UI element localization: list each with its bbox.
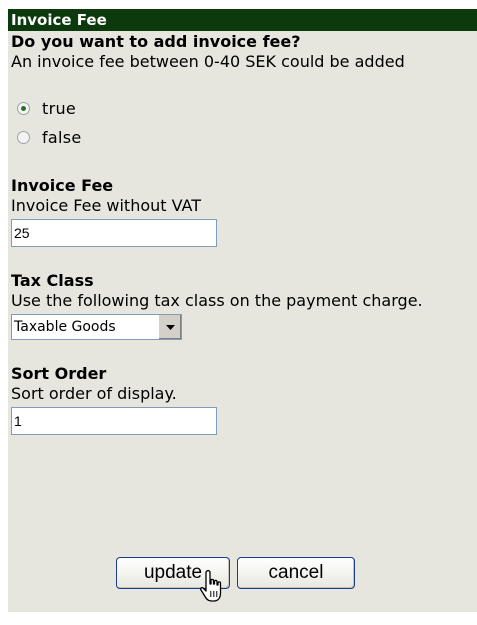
sort-order-section: Sort Order Sort order of display.	[11, 364, 477, 435]
radio-option-false[interactable]: false	[17, 123, 477, 152]
cancel-button[interactable]: cancel	[237, 557, 355, 589]
radio-false-label[interactable]: false	[42, 128, 82, 148]
tax-class-description: Use the following tax class on the payme…	[11, 291, 423, 310]
invoice-fee-title: Invoice Fee	[11, 176, 114, 195]
invoice-fee-question-description: An invoice fee between 0-40 SEK could be…	[11, 52, 405, 71]
chevron-down-icon[interactable]	[158, 315, 181, 339]
tax-class-selected-value: Taxable Goods	[14, 319, 116, 335]
radio-true[interactable]	[17, 102, 30, 115]
sort-order-title: Sort Order	[11, 364, 107, 383]
sort-order-input[interactable]	[11, 407, 217, 435]
radio-true-label[interactable]: true	[42, 99, 76, 119]
invoice-fee-question: Do you want to add invoice fee?	[11, 32, 301, 51]
invoice-fee-radio-group: true false	[11, 94, 477, 152]
sort-order-description: Sort order of display.	[11, 384, 177, 403]
module-config-panel: Invoice Fee Do you want to add invoice f…	[8, 9, 477, 612]
invoice-fee-description: Invoice Fee without VAT	[11, 196, 202, 215]
tax-class-title: Tax Class	[11, 271, 94, 290]
hand-pointer-icon	[200, 569, 222, 602]
tax-class-section: Tax Class Use the following tax class on…	[11, 271, 477, 340]
panel-body: Do you want to add invoice fee? An invoi…	[8, 32, 477, 435]
invoice-fee-input[interactable]	[11, 219, 217, 247]
tax-class-select[interactable]: Taxable Goods	[11, 314, 182, 340]
invoice-fee-section: Invoice Fee Invoice Fee without VAT	[11, 176, 477, 247]
panel-header: Invoice Fee	[8, 9, 477, 31]
radio-false[interactable]	[17, 131, 30, 144]
form-buttons: update cancel	[116, 557, 355, 589]
radio-option-true[interactable]: true	[17, 94, 477, 123]
